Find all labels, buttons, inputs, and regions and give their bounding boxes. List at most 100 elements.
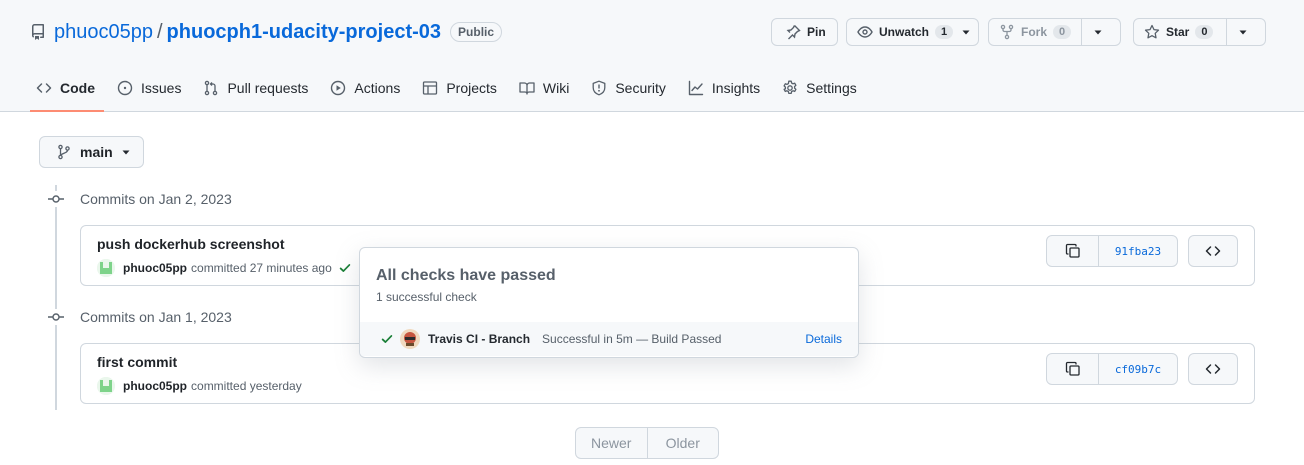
tab-insights[interactable]: Insights <box>682 72 769 104</box>
tab-issues[interactable]: Issues <box>111 72 190 104</box>
triangle-down-icon <box>122 150 130 155</box>
travis-ci-avatar <box>400 329 420 349</box>
code-icon <box>1205 246 1221 256</box>
fork-icon <box>1000 24 1014 40</box>
check-success-icon <box>380 332 394 346</box>
star-label: Star <box>1166 25 1190 39</box>
graph-icon <box>688 80 704 96</box>
star-icon <box>1144 24 1160 39</box>
copy-icon <box>1065 243 1080 258</box>
fork-dropdown[interactable] <box>1081 19 1120 45</box>
tab-actions[interactable]: Actions <box>324 72 409 104</box>
branch-select-button[interactable]: main <box>39 136 144 168</box>
browse-repo-button[interactable] <box>1188 235 1238 267</box>
commit-title-link[interactable]: push dockerhub screenshot <box>97 236 284 252</box>
commit-node-icon <box>48 191 64 207</box>
check-description: Successful in 5m — Build Passed <box>542 332 722 346</box>
tab-label: Actions <box>354 80 401 96</box>
pull-request-icon <box>205 80 218 96</box>
tab-projects[interactable]: Projects <box>416 72 506 104</box>
tab-label: Security <box>615 80 666 96</box>
author-link[interactable]: phuoc05pp <box>123 261 187 275</box>
commit-group-date: Commits on Jan 2, 2023 <box>80 191 232 207</box>
tab-label: Wiki <box>542 80 570 96</box>
tab-code[interactable]: Code <box>30 72 104 112</box>
unwatch-button[interactable]: Unwatch 1 <box>847 19 959 45</box>
tab-label: Insights <box>711 80 761 96</box>
pin-button[interactable]: Pin <box>771 18 838 46</box>
unwatch-button-group: Unwatch 1 <box>846 18 979 46</box>
tab-label: Pull requests <box>227 80 309 96</box>
visibility-badge: Public <box>450 22 503 42</box>
fork-button-group: Fork 0 <box>988 18 1121 46</box>
repo-icon <box>30 24 46 40</box>
author-link[interactable]: phuoc05pp <box>123 379 187 393</box>
unwatch-label: Unwatch <box>879 25 930 39</box>
author-avatar[interactable] <box>97 377 115 395</box>
commit-time: committed 27 minutes ago <box>191 261 332 275</box>
shield-icon <box>592 80 606 96</box>
issue-icon <box>117 80 133 96</box>
checks-popover-subtitle: 1 successful check <box>376 290 477 304</box>
check-name: Travis CI - Branch <box>428 332 531 346</box>
star-dropdown[interactable] <box>1226 19 1265 45</box>
checks-popover-title: All checks have passed <box>376 267 556 284</box>
star-button[interactable]: Star 0 <box>1134 19 1226 45</box>
book-icon <box>519 82 535 95</box>
unwatch-dropdown[interactable] <box>959 27 987 37</box>
commit-title-link[interactable]: first commit <box>97 354 177 370</box>
fork-label: Fork <box>1021 25 1048 39</box>
author-avatar[interactable] <box>97 259 115 277</box>
tab-security[interactable]: Security <box>585 72 675 104</box>
tab-pull-requests[interactable]: Pull requests <box>197 72 317 104</box>
newer-button[interactable]: Newer <box>576 428 647 458</box>
check-status-icon[interactable] <box>338 261 352 275</box>
fork-count: 0 <box>1053 25 1072 39</box>
tab-label: Projects <box>446 80 497 96</box>
pagination: Newer Older <box>575 427 719 459</box>
older-button[interactable]: Older <box>646 428 719 458</box>
pin-icon <box>786 25 801 40</box>
browse-repo-button[interactable] <box>1188 353 1238 385</box>
repo-title: phuoc05pp / phuocph1-udacity-project-03 … <box>30 19 503 45</box>
commit-group-date: Commits on Jan 1, 2023 <box>80 309 232 325</box>
git-branch-icon <box>58 144 70 160</box>
play-icon <box>331 80 346 96</box>
branch-name: main <box>80 144 113 160</box>
pin-label: Pin <box>807 25 826 39</box>
repo-owner-link[interactable]: phuoc05pp <box>54 21 153 44</box>
tab-wiki[interactable]: Wiki <box>513 72 578 104</box>
tab-label: Code <box>60 80 95 96</box>
repo-separator: / <box>156 20 163 43</box>
watchers-count: 1 <box>935 25 954 39</box>
fork-button[interactable]: Fork 0 <box>989 19 1081 45</box>
repo-name-link[interactable]: phuocph1-udacity-project-03 <box>167 21 441 44</box>
star-count: 0 <box>1195 25 1214 39</box>
triangle-down-icon <box>1094 30 1102 35</box>
commit-meta: phuoc05pp committed 27 minutes ago <box>97 259 352 277</box>
copy-icon <box>1065 361 1080 376</box>
commit-sha-link[interactable]: cf09b7c <box>1099 354 1177 384</box>
commit-sha-link[interactable]: 91fba23 <box>1099 236 1177 266</box>
check-run-row: Travis CI - Branch Successful in 5m — Bu… <box>360 322 858 356</box>
triangle-down-icon <box>1239 30 1247 35</box>
checks-popover: All checks have passed 1 successful chec… <box>359 247 859 358</box>
sha-button-group: cf09b7c <box>1046 353 1178 385</box>
copy-sha-button[interactable] <box>1047 236 1099 266</box>
commit-timeline <box>55 185 57 410</box>
tab-label: Settings <box>806 80 857 96</box>
code-icon <box>36 83 52 93</box>
table-icon <box>423 81 438 95</box>
check-details-link[interactable]: Details <box>805 332 842 346</box>
code-icon <box>1205 364 1221 374</box>
star-button-group: Star 0 <box>1133 18 1266 46</box>
commit-time: committed yesterday <box>191 379 302 393</box>
copy-sha-button[interactable] <box>1047 354 1099 384</box>
tab-label: Issues <box>141 80 182 96</box>
commit-node-icon <box>48 309 64 325</box>
sha-button-group: 91fba23 <box>1046 235 1178 267</box>
tab-settings[interactable]: Settings <box>776 72 866 104</box>
triangle-down-icon <box>962 30 970 35</box>
gear-icon <box>783 80 797 95</box>
repo-tabs: Code Issues Pull requests Actions Projec… <box>30 72 873 112</box>
